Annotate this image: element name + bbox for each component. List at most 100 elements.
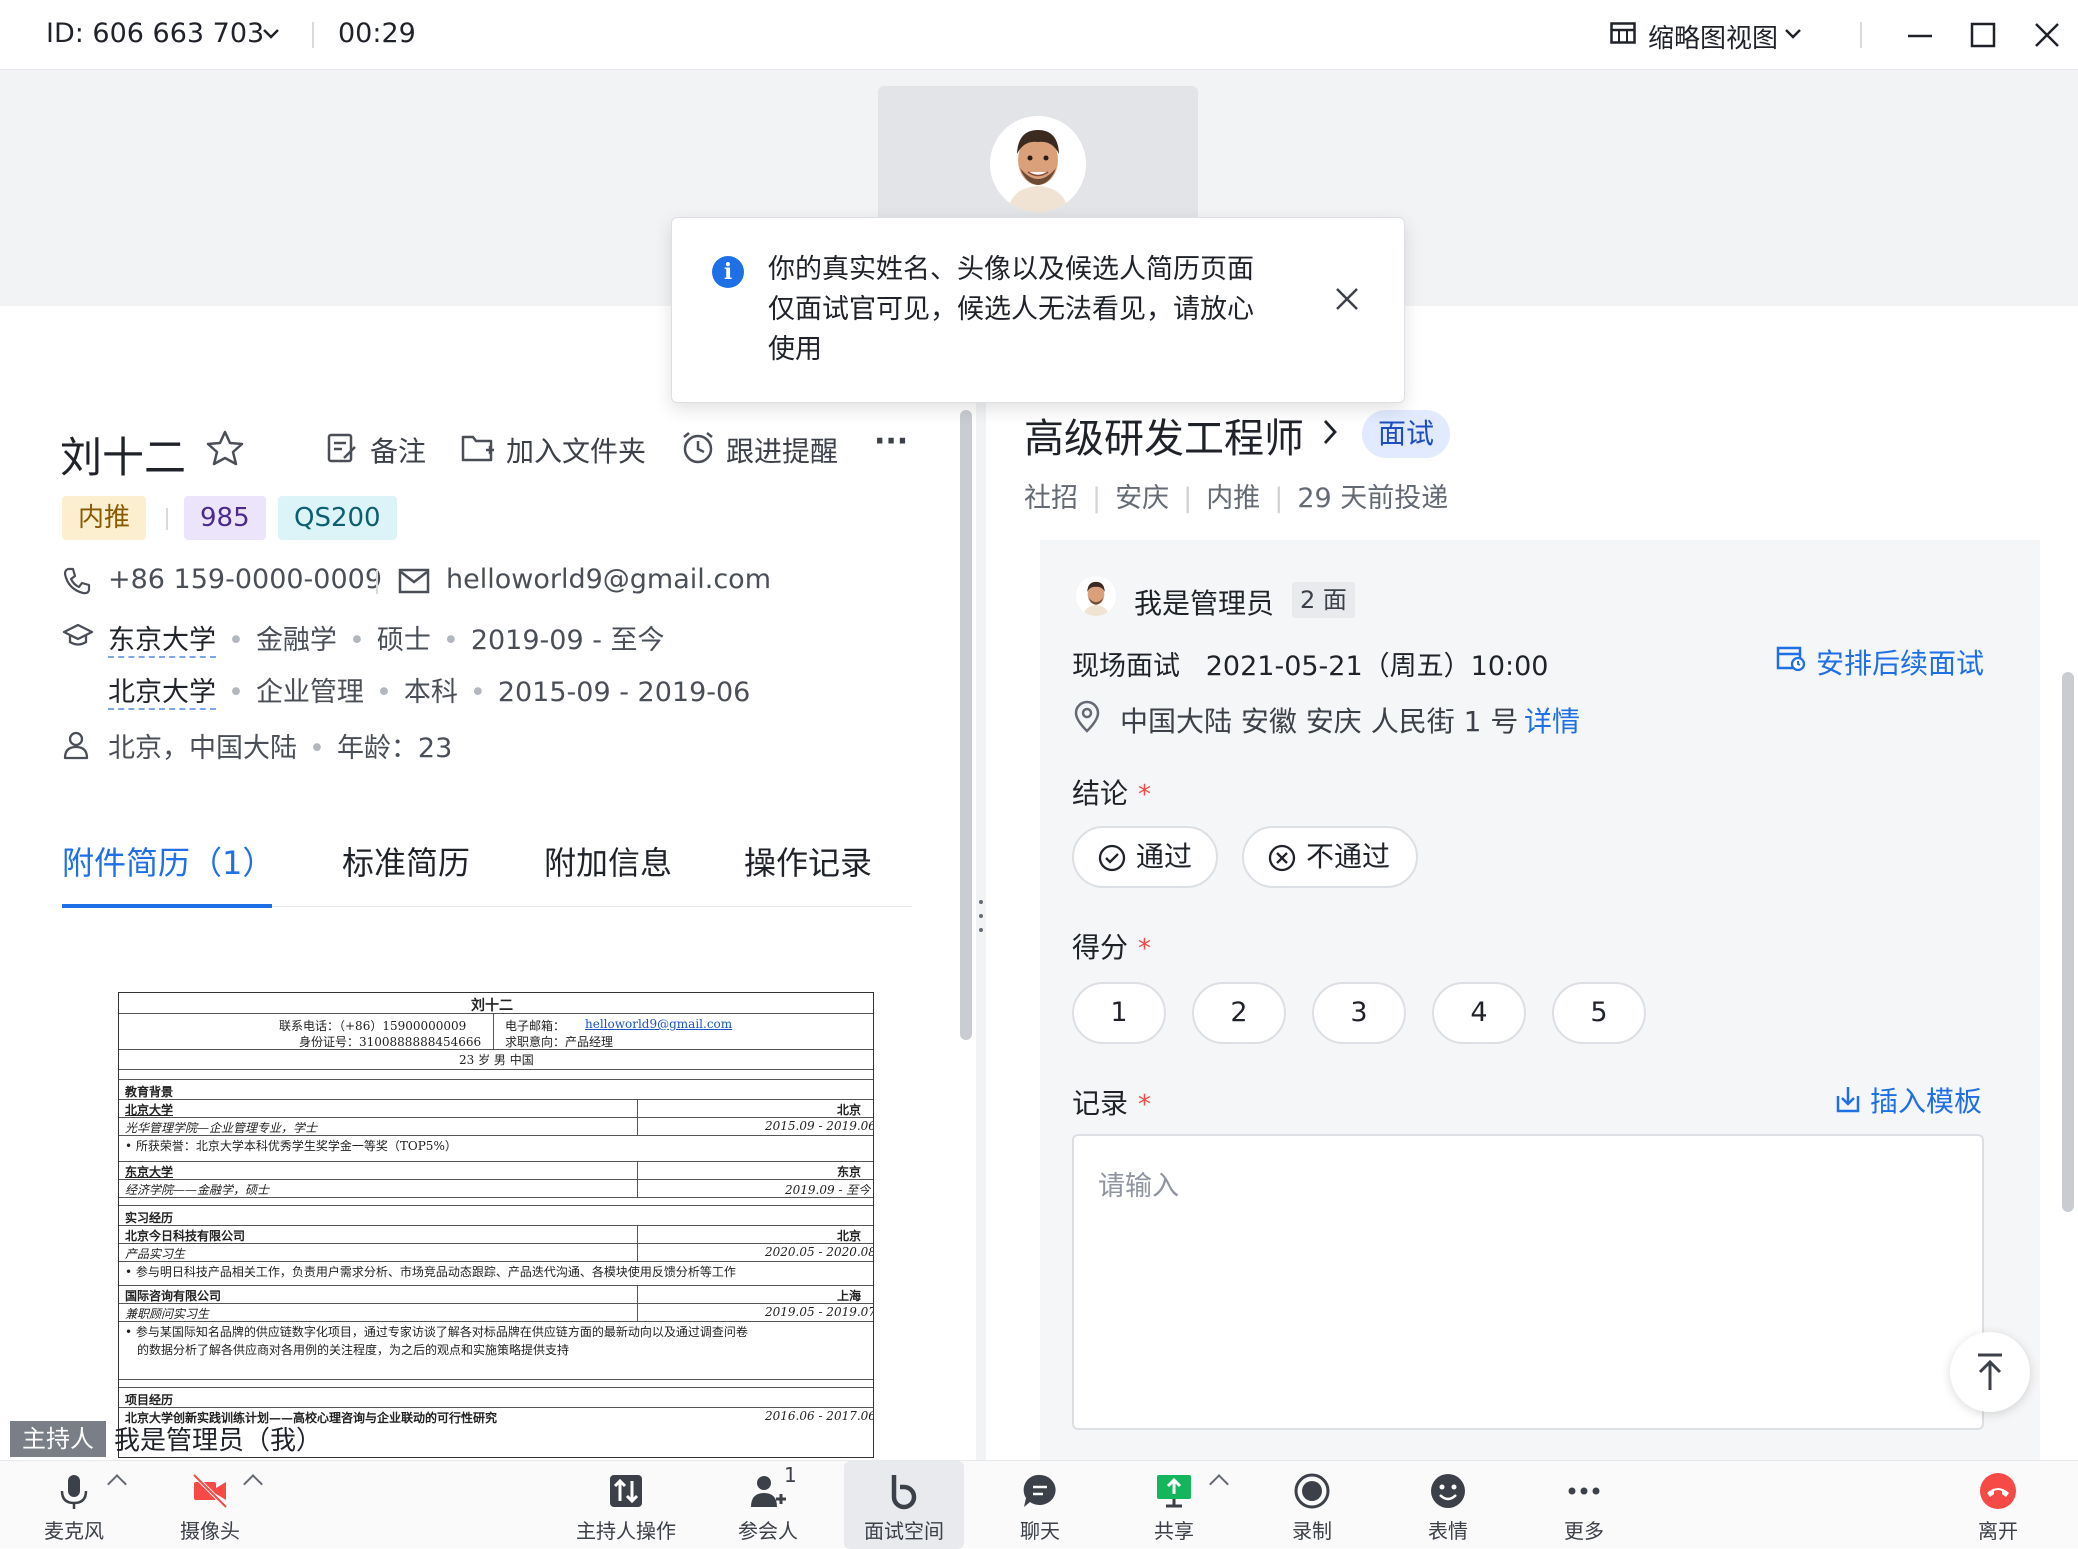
job-meta-city: 安庆	[1115, 483, 1170, 514]
score-option[interactable]: 1	[1072, 982, 1166, 1044]
title-bar: ID: 606 663 703 00:29 缩略图视图	[0, 0, 2078, 70]
host-ops-label: 主持人操作	[576, 1519, 676, 1543]
record-textarea[interactable]: 请输入	[1072, 1134, 1984, 1430]
share-button[interactable]: 共享	[1134, 1461, 1214, 1549]
tab-attachment-resume[interactable]: 附件简历（1）	[62, 838, 274, 884]
record-icon	[1294, 1473, 1330, 1509]
chat-button[interactable]: 聊天	[1000, 1461, 1080, 1549]
interview-round-badge: 2 面	[1292, 582, 1355, 618]
pass-button[interactable]: 通过	[1072, 826, 1218, 888]
participants-icon	[751, 1476, 786, 1507]
school-link[interactable]: 东京大学	[108, 625, 216, 658]
thumbnail-view-icon[interactable]	[1610, 22, 1636, 44]
more-button[interactable]: 更多	[1544, 1461, 1624, 1549]
notice-message: 你的真实姓名、头像以及候选人简历页面仅面试官可见，候选人无法看见，请放心使用	[768, 254, 1254, 365]
leave-button[interactable]: 离开	[1958, 1461, 2038, 1549]
participants-button[interactable]: 1 参会人	[728, 1461, 808, 1549]
view-mode-button[interactable]: 缩略图视图	[1648, 18, 1778, 55]
education-row: 北京大学 • 企业管理 • 本科 • 2015-09 - 2019-06	[108, 677, 751, 710]
follow-up-reminder-button[interactable]: 跟进提醒	[726, 430, 838, 470]
add-to-folder-button[interactable]: 加入文件夹	[506, 430, 646, 470]
schedule-icon[interactable]	[1776, 644, 1806, 672]
resume-section-internship: 实习经历	[125, 1211, 174, 1225]
meeting-id[interactable]: ID: 606 663 703	[46, 18, 264, 49]
resume-email[interactable]: helloworld9@gmail.com	[585, 1017, 732, 1031]
fail-button[interactable]: 不通过	[1242, 826, 1418, 888]
arrange-next-interview-link[interactable]: 安排后续面试	[1816, 642, 1984, 682]
check-circle-icon	[1098, 844, 1126, 872]
location-age-row: 北京，中国大陆 • 年龄：23	[108, 733, 453, 764]
interview-space-label: 面试空间	[864, 1519, 944, 1543]
more-dots-icon	[1568, 1487, 1600, 1495]
score-option[interactable]: 4	[1432, 982, 1526, 1044]
right-scrollbar[interactable]	[2062, 672, 2074, 1212]
chat-label: 聊天	[1020, 1519, 1060, 1543]
candidate-location: 北京，中国大陆	[108, 733, 297, 764]
period: 2015-09 - 2019-06	[497, 677, 751, 708]
close-icon[interactable]	[1332, 284, 1362, 314]
resume-desc: • 参与明日科技产品相关工作，负责用户需求分析、市场竞品动态跟踪、产品迭代沟通、…	[125, 1265, 736, 1279]
note-icon[interactable]	[326, 432, 358, 464]
share-screen-icon	[1157, 1475, 1191, 1508]
info-icon: i	[712, 256, 744, 288]
resume-city: 北京	[837, 1229, 862, 1243]
tab-additional-info[interactable]: 附加信息	[544, 838, 672, 884]
host-operations-button[interactable]: 主持人操作	[566, 1461, 686, 1549]
emoji-button[interactable]: 表情	[1408, 1461, 1488, 1549]
back-to-top-button[interactable]	[1950, 1332, 2030, 1412]
folder-add-icon[interactable]	[460, 432, 496, 464]
insert-template-link[interactable]: 插入模板	[1870, 1080, 1982, 1120]
meeting-toolbar: 麦克风 摄像头 主持人操作 1 参会人 面试空间 聊天 共享 录制 表情 更多	[0, 1460, 2078, 1549]
job-meta-applied: 29 天前投递	[1297, 483, 1449, 514]
score-option[interactable]: 5	[1552, 982, 1646, 1044]
conclusion-label: 结论 *	[1072, 772, 1151, 812]
period: 2019-09 - 至今	[470, 625, 665, 656]
tab-operation-log[interactable]: 操作记录	[744, 838, 872, 884]
school-link[interactable]: 北京大学	[108, 677, 216, 710]
drag-handle-icon[interactable]	[978, 896, 984, 936]
close-window-icon[interactable]	[2034, 22, 2060, 48]
note-button[interactable]: 备注	[370, 430, 426, 470]
record-button[interactable]: 录制	[1272, 1461, 1352, 1549]
alarm-clock-icon[interactable]	[680, 430, 716, 466]
score-label: 得分 *	[1072, 926, 1151, 966]
left-scrollbar[interactable]	[960, 410, 972, 1040]
host-name: 我是管理员（我）	[114, 1426, 323, 1456]
resume-section-projects: 项目经历	[125, 1393, 174, 1407]
divider	[166, 508, 168, 530]
interviewer-name: 我是管理员	[1134, 587, 1275, 620]
address-details-link[interactable]: 详情	[1524, 700, 1580, 740]
candidate-phone[interactable]: +86 159-0000-0009	[108, 564, 382, 595]
camera-button[interactable]: 摄像头	[170, 1461, 250, 1549]
score-option[interactable]: 3	[1312, 982, 1406, 1044]
active-tab-indicator	[62, 904, 272, 908]
star-icon[interactable]	[206, 430, 244, 466]
interview-type-time: 现场面试 2021-05-21（周五）10:00	[1072, 651, 1549, 682]
minimize-icon[interactable]	[1906, 22, 1934, 50]
tab-standard-resume[interactable]: 标准简历	[342, 838, 470, 884]
resume-city: 东京	[837, 1165, 862, 1179]
resume-id: 身份证号：3100888888454666	[299, 1035, 482, 1049]
resume-section-education: 教育背景	[125, 1085, 174, 1099]
resume-period: 2019.09 - 至今	[785, 1183, 871, 1197]
maximize-icon[interactable]	[1970, 22, 1996, 48]
resume-desc: 的数据分析了解各供应商对各用例的关注程度，为之后的观点和实施策略提供支持	[137, 1343, 570, 1357]
score-option[interactable]: 2	[1192, 982, 1286, 1044]
person-icon	[63, 731, 89, 760]
insert-template-icon[interactable]	[1834, 1084, 1862, 1114]
chevron-right-icon[interactable]	[1322, 418, 1338, 446]
graduation-cap-icon	[62, 623, 94, 646]
resume-role: 产品实习生	[125, 1247, 186, 1261]
job-title[interactable]: 高级研发工程师	[1024, 406, 1304, 464]
chevron-down-icon[interactable]	[262, 28, 280, 40]
fail-label: 不通过	[1306, 840, 1391, 873]
panel-splitter[interactable]	[976, 306, 986, 1460]
job-meta-source: 内推	[1206, 483, 1261, 514]
chevron-down-icon[interactable]	[1784, 28, 1802, 40]
more-actions-button[interactable]: ···	[874, 424, 908, 459]
interview-space-button[interactable]: 面试空间	[844, 1461, 964, 1549]
mic-button[interactable]: 麦克风	[34, 1461, 114, 1549]
resume-name: 刘十二	[471, 998, 513, 1014]
resume-document[interactable]: 刘十二 联系电话：（+86）15900000009 身份证号：310088888…	[118, 992, 874, 1458]
candidate-email[interactable]: helloworld9@gmail.com	[446, 564, 771, 595]
